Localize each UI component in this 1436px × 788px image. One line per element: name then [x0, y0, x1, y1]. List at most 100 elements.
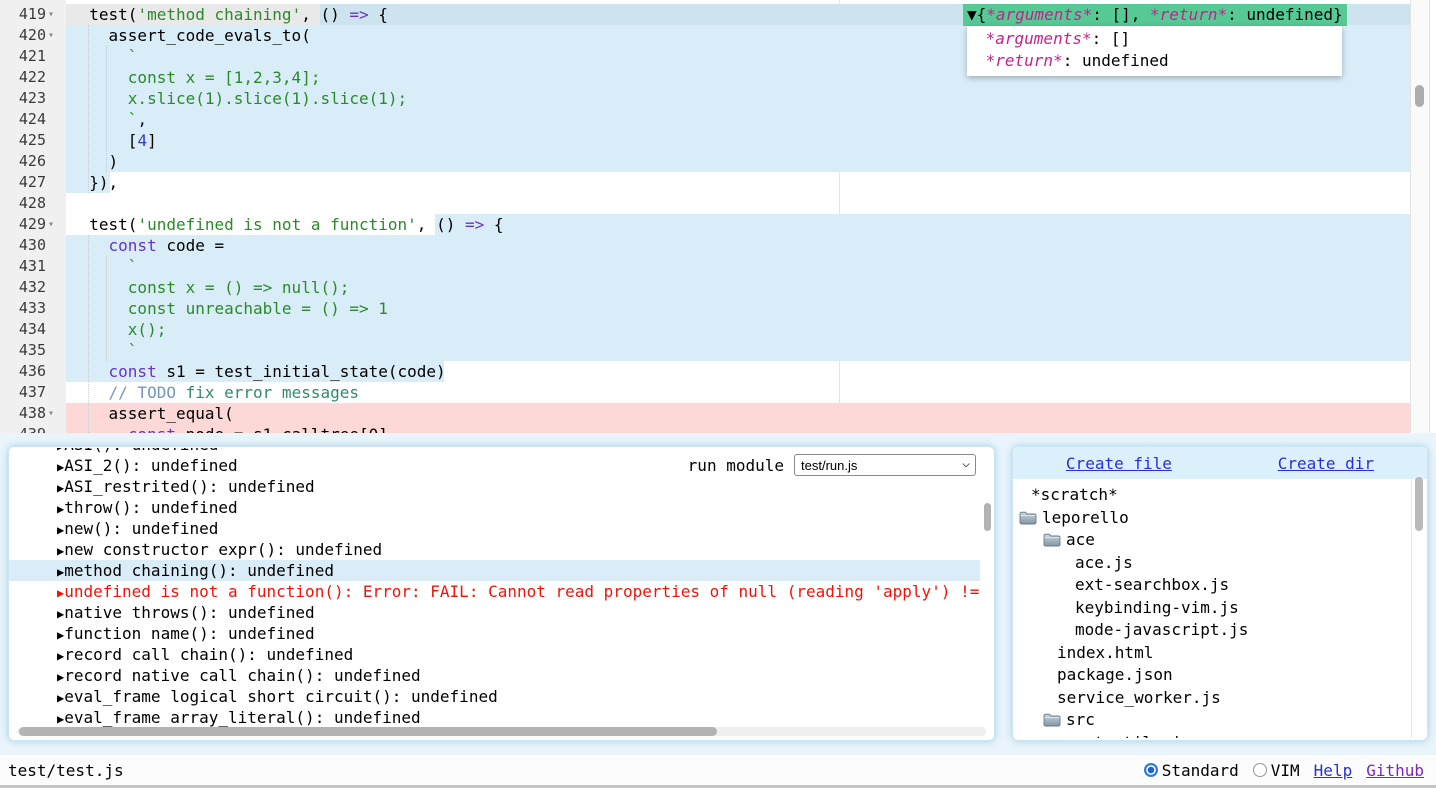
file-tree-item-ace.js[interactable]: ace.js	[1015, 552, 1411, 575]
radio-unselected-icon[interactable]	[1253, 763, 1267, 777]
file-tree-scrollbar-thumb[interactable]	[1415, 477, 1423, 531]
help-link[interactable]: Help	[1314, 761, 1353, 780]
expand-triangle-icon[interactable]: ▶	[57, 691, 64, 705]
gutter-line[interactable]: 422	[0, 67, 46, 88]
expand-triangle-icon[interactable]: ▶	[57, 523, 64, 537]
code-line[interactable]: // TODO fix error messages	[66, 382, 359, 403]
create-dir-button[interactable]: Create dir	[1278, 454, 1374, 473]
console-test-result[interactable]: ▶throw(): undefined	[9, 497, 980, 518]
file-tree-item-src[interactable]: src	[1015, 709, 1411, 732]
file-tree-item-index.html[interactable]: index.html	[1015, 642, 1411, 665]
code-editor[interactable]: test('method chaining', () => { assert_c…	[0, 0, 1436, 433]
gutter-line[interactable]: 424	[0, 109, 46, 130]
create-file-button[interactable]: Create file	[1066, 454, 1172, 473]
file-tree-item-leporello[interactable]: leporello	[1015, 507, 1411, 530]
console-test-result[interactable]: ▶record call chain(): undefined	[9, 644, 980, 665]
gutter-line[interactable]: 431	[0, 256, 46, 277]
fold-arrow-icon[interactable]: ▾	[48, 4, 62, 25]
gutter-line[interactable]: 423	[0, 88, 46, 109]
gutter-line[interactable]: 434	[0, 319, 46, 340]
expand-triangle-icon[interactable]: ▶	[57, 649, 64, 663]
console-hscrollbar-thumb[interactable]	[19, 727, 717, 736]
file-tree-scrollbar[interactable]	[1411, 480, 1412, 738]
code-line[interactable]: assert_code_evals_to(	[66, 25, 311, 46]
expand-triangle-icon[interactable]: ▶	[57, 586, 64, 600]
github-link[interactable]: Github	[1366, 761, 1424, 780]
expand-triangle-icon[interactable]: ▶	[57, 502, 64, 516]
code-line[interactable]: }),	[66, 172, 118, 193]
run-module-select[interactable]: test/run.js	[794, 454, 976, 476]
radio-selected-icon[interactable]	[1144, 763, 1158, 777]
expand-triangle-icon[interactable]: ▶	[57, 481, 64, 495]
gutter-line[interactable]: 426	[0, 151, 46, 172]
value-inspector-header[interactable]: ▼{*arguments*: [], *return*: undefined}	[963, 4, 1347, 26]
file-tree-item-service-worker.js[interactable]: service_worker.js	[1015, 687, 1411, 710]
fold-arrow-icon[interactable]: ▾	[48, 214, 62, 235]
console-test-result[interactable]: ▶new constructor expr(): undefined	[9, 539, 980, 560]
gutter-line[interactable]: 425	[0, 130, 46, 151]
code-line[interactable]	[66, 193, 70, 214]
console-test-result[interactable]: ▶ASI_restrited(): undefined	[9, 476, 980, 497]
value-inspector-row[interactable]: *return*: undefined	[967, 50, 1342, 72]
fold-arrow-icon[interactable]: ▾	[48, 403, 62, 424]
gutter-line[interactable]: 435	[0, 340, 46, 361]
code-line[interactable]: test('undefined is not a function', () =…	[66, 214, 504, 235]
console-test-result[interactable]: ▶record native call chain(): undefined	[9, 665, 980, 686]
console-test-result[interactable]: ▶new(): undefined	[9, 518, 980, 539]
gutter-line[interactable]: 430	[0, 235, 46, 256]
gutter-line[interactable]: 433	[0, 298, 46, 319]
expand-triangle-icon[interactable]: ▶	[57, 712, 64, 726]
gutter-line[interactable]: 436	[0, 361, 46, 382]
gutter-line[interactable]: 419▾	[0, 4, 46, 25]
console-test-result[interactable]: ▶function name(): undefined	[9, 623, 980, 644]
code-line[interactable]: const unreachable = () => 1	[66, 298, 388, 319]
code-line[interactable]: assert_equal(	[66, 403, 234, 424]
expand-triangle-icon[interactable]: ▶	[57, 670, 64, 684]
code-line[interactable]: `,	[66, 109, 147, 130]
expand-triangle-icon[interactable]: ▶	[57, 448, 64, 453]
code-line[interactable]: const x = [1,2,3,4];	[66, 67, 320, 88]
code-line[interactable]: `	[66, 46, 137, 67]
code-line[interactable]: x.slice(1).slice(1).slice(1);	[66, 88, 407, 109]
code-line[interactable]: test('method chaining', () => {	[66, 4, 388, 25]
expand-triangle-icon[interactable]: ▶	[57, 565, 64, 579]
console-test-result[interactable]: ▶eval_frame array_literal(): undefined	[9, 707, 980, 728]
file-tree-item--scratch-[interactable]: *scratch*	[1015, 484, 1411, 507]
gutter-line[interactable]: 421	[0, 46, 46, 67]
editor-scrollbar-thumb[interactable]	[1415, 85, 1424, 107]
gutter-line[interactable]: 438▾	[0, 403, 46, 424]
file-tree-item-package.json[interactable]: package.json	[1015, 664, 1411, 687]
code-line[interactable]: const code =	[66, 235, 224, 256]
code-line[interactable]: [4]	[66, 130, 157, 151]
console-hscrollbar[interactable]	[17, 727, 986, 736]
file-tree-item-keybinding-vim.js[interactable]: keybinding-vim.js	[1015, 597, 1411, 620]
file-tree-item-ace[interactable]: ace	[1015, 529, 1411, 552]
gutter-line[interactable]: 432	[0, 277, 46, 298]
file-tree-item-ext-searchbox.js[interactable]: ext-searchbox.js	[1015, 574, 1411, 597]
code-line[interactable]: )	[66, 151, 118, 172]
gutter-line[interactable]: 429▾	[0, 214, 46, 235]
file-tree-item-mode-javascript.js[interactable]: mode-javascript.js	[1015, 619, 1411, 642]
expand-triangle-icon[interactable]: ▶	[57, 607, 64, 621]
code-line[interactable]: `	[66, 340, 137, 361]
console-test-result[interactable]: ▶eval_frame logical short circuit(): und…	[9, 686, 980, 707]
gutter-line[interactable]: 439	[0, 424, 46, 433]
console-test-result[interactable]: ▶method chaining(): undefined	[9, 560, 980, 581]
code-line[interactable]: const x = () => null();	[66, 277, 349, 298]
expand-triangle-icon[interactable]: ▶	[57, 628, 64, 642]
console-vscrollbar-thumb[interactable]	[984, 503, 991, 531]
code-line[interactable]: const s1 = test_initial_state(code)	[66, 361, 446, 382]
file-tree-item-ast-utils.js[interactable]: ast_utils.js	[1015, 732, 1411, 739]
value-inspector-row[interactable]: *arguments*: []	[967, 28, 1342, 50]
keybinding-vim-radio[interactable]: VIM	[1253, 761, 1300, 780]
gutter-line[interactable]: 427	[0, 172, 46, 193]
code-line[interactable]: `	[66, 256, 137, 277]
code-line[interactable]: x();	[66, 319, 166, 340]
console-test-result[interactable]: ▶native throws(): undefined	[9, 602, 980, 623]
keybinding-standard-radio[interactable]: Standard	[1144, 761, 1239, 780]
gutter-line[interactable]: 420▾	[0, 25, 46, 46]
editor-scrollbar[interactable]	[1410, 0, 1430, 433]
console-test-result[interactable]: ▶undefined is not a function(): Error: F…	[9, 581, 980, 602]
expand-triangle-icon[interactable]: ▶	[57, 544, 64, 558]
fold-arrow-icon[interactable]: ▾	[48, 25, 62, 46]
